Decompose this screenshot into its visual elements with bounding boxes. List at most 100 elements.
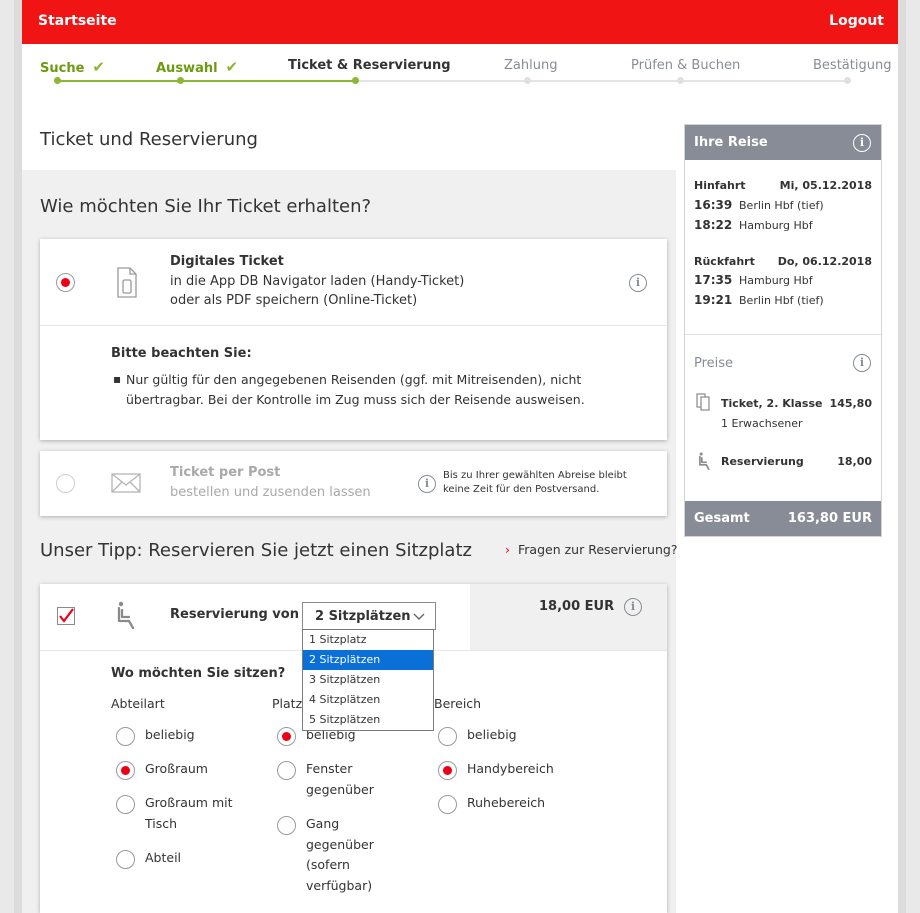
- divider: [685, 334, 881, 335]
- option-label: Abteil: [145, 850, 182, 865]
- reservation-label: Reservierung von: [170, 607, 299, 622]
- step-dot: [177, 77, 184, 84]
- col-abteilart-title: Abteilart: [111, 696, 165, 711]
- abteilart-grossraum-radio[interactable]: [116, 761, 135, 780]
- ticket-price-value: 145,80: [829, 397, 872, 410]
- return-date: Do, 06.12.2018: [777, 255, 872, 268]
- check-icon: ✔: [92, 58, 105, 76]
- trip-summary: Ihre Reise i Hinfahrt Mi, 05.12.2018 16:…: [684, 124, 882, 537]
- step-zahlung: Zahlung: [504, 58, 558, 73]
- return-dep-time: 17:35: [694, 273, 733, 287]
- page-title: Ticket und Reservierung: [40, 129, 258, 150]
- note-bullet: ▪: [113, 372, 122, 386]
- dropdown-option[interactable]: 1 Sitzplatz: [303, 630, 433, 650]
- reservation-price: 18,00 EUR: [539, 599, 615, 614]
- option-label: Fenster: [306, 761, 353, 776]
- total-value: 163,80 EUR: [787, 511, 872, 526]
- note-title: Bitte beachten Sie:: [111, 346, 252, 361]
- post-ticket-card: Ticket per Post bestellen und zusenden l…: [40, 451, 667, 516]
- step-bestaetigung: Bestätigung: [813, 58, 892, 73]
- return-dep-station: Hamburg Hbf: [739, 274, 813, 287]
- return-arr-station: Berlin Hbf (tief): [739, 294, 824, 307]
- total-bar: Gesamt 163,80 EUR: [685, 501, 881, 536]
- digital-ticket-line1: in die App DB Navigator laden (Handy-Tic…: [170, 274, 465, 289]
- dropdown-option-selected[interactable]: 2 Sitzplätzen: [303, 650, 433, 670]
- note-line2: übertragbar. Bei der Kontrolle im Zug mu…: [126, 392, 585, 407]
- ticket-passengers: 1 Erwachsener: [721, 417, 803, 430]
- step-dot: [844, 77, 851, 84]
- info-icon[interactable]: i: [853, 354, 871, 372]
- trip-summary-title: Ihre Reise: [694, 135, 768, 150]
- step-ticket-reservierung: Ticket & Reservierung: [288, 58, 451, 73]
- post-ticket-radio[interactable]: [56, 474, 75, 493]
- bereich-handybereich-radio[interactable]: [438, 761, 457, 780]
- dropdown-option[interactable]: 3 Sitzplätzen: [303, 670, 433, 690]
- bereich-ruhebereich-radio[interactable]: [438, 795, 457, 814]
- platz-gang-radio[interactable]: [277, 816, 296, 835]
- seat-count-select[interactable]: 2 Sitzplätzen: [302, 602, 436, 630]
- post-hint-line1: Bis zu Ihrer gewählten Abreise bleibt: [443, 470, 627, 481]
- reservation-price-value: 18,00: [837, 455, 872, 468]
- option-label: Großraum: [145, 761, 208, 776]
- step-suche[interactable]: Suche ✔: [40, 58, 105, 76]
- step-dot: [352, 77, 359, 84]
- phone-ticket-icon: [117, 267, 137, 298]
- step-dot: [54, 77, 61, 84]
- bereich-beliebig-radio[interactable]: [438, 727, 457, 746]
- col-platz-title: Platz: [272, 696, 303, 711]
- outbound-dep-station: Berlin Hbf (tief): [739, 199, 824, 212]
- tip-title: Unser Tipp: Reservieren Sie jetzt einen …: [40, 540, 472, 561]
- option-label: gegenüber: [306, 782, 374, 797]
- reservation-checkbox[interactable]: [57, 607, 75, 625]
- dropdown-option[interactable]: 4 Sitzplätzen: [303, 690, 433, 710]
- seat-count-value: 2 Sitzplätzen: [315, 609, 411, 624]
- option-label: Tisch: [145, 816, 178, 831]
- option-label: Gang: [306, 816, 340, 831]
- progress-line-todo: [355, 80, 848, 82]
- trip-summary-header: Ihre Reise i: [685, 125, 881, 160]
- abteilart-beliebig-radio[interactable]: [116, 727, 135, 746]
- check-icon: ✔: [225, 58, 239, 76]
- option-label: Ruhebereich: [467, 795, 546, 810]
- option-label: beliebig: [467, 727, 517, 742]
- step-auswahl[interactable]: Auswahl ✔: [156, 58, 238, 76]
- info-icon[interactable]: i: [624, 598, 642, 616]
- ticket-price-label: Ticket, 2. Klasse: [721, 397, 823, 410]
- step-dot: [677, 77, 684, 84]
- option-label: gegenüber: [306, 837, 374, 852]
- info-icon[interactable]: i: [418, 475, 436, 493]
- divider: [40, 325, 667, 326]
- progress-line-done: [58, 80, 355, 82]
- info-icon[interactable]: i: [629, 274, 647, 292]
- outbound-dep-time: 16:39: [694, 198, 733, 212]
- platz-beliebig-radio[interactable]: [277, 727, 296, 746]
- outbound-date: Mi, 05.12.2018: [779, 179, 872, 192]
- option-label: Großraum mit: [145, 795, 233, 810]
- digital-ticket-radio[interactable]: [56, 273, 75, 292]
- seat-count-dropdown-list: 1 Sitzplatz 2 Sitzplätzen 3 Sitzplätzen …: [302, 629, 434, 731]
- post-ticket-title: Ticket per Post: [170, 465, 281, 480]
- top-bar: Startseite Logout: [22, 0, 898, 44]
- chevron-down-icon: [413, 613, 425, 620]
- abteilart-abteil-radio[interactable]: [116, 850, 135, 869]
- post-hint-line2: keine Zeit für den Postversand.: [443, 484, 600, 495]
- seat-icon: [699, 452, 710, 470]
- option-label: verfügbar): [306, 878, 373, 893]
- seat-question: Wo möchten Sie sitzen?: [111, 666, 286, 681]
- abteilart-grossraum-tisch-radio[interactable]: [116, 795, 135, 814]
- home-link[interactable]: Startseite: [38, 13, 117, 29]
- logout-link[interactable]: Logout: [829, 13, 884, 29]
- platz-fenster-radio[interactable]: [277, 761, 296, 780]
- seat-icon: [117, 601, 135, 629]
- reservation-faq-link[interactable]: › Fragen zur Reservierung?: [505, 542, 677, 557]
- outbound-arr-time: 18:22: [694, 218, 733, 232]
- reservation-price-label: Reservierung: [721, 455, 804, 468]
- step-dot: [524, 77, 531, 84]
- total-label: Gesamt: [694, 511, 750, 526]
- info-icon[interactable]: i: [853, 134, 871, 152]
- digital-ticket-line2: oder als PDF speichern (Online-Ticket): [170, 293, 418, 308]
- return-arr-time: 19:21: [694, 293, 733, 307]
- prices-title: Preise: [694, 356, 734, 371]
- dropdown-option[interactable]: 5 Sitzplätzen: [303, 710, 433, 730]
- chevron-right-icon: ›: [505, 542, 510, 557]
